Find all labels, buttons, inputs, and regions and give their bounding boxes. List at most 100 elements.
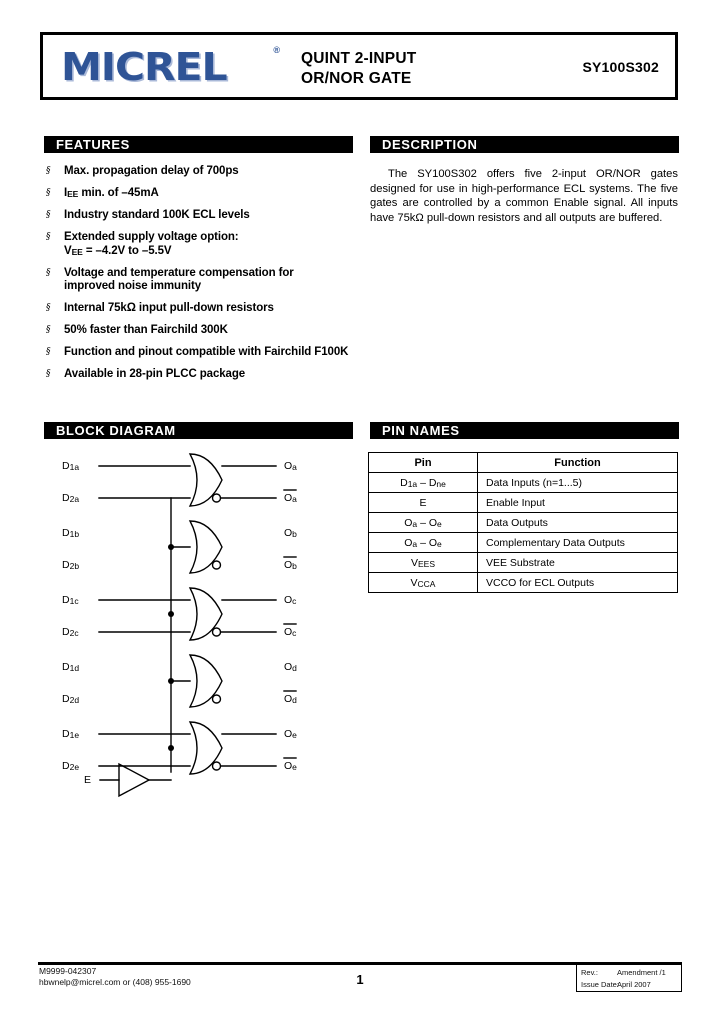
bullet-icon: § (46, 210, 51, 220)
description-text: The SY100S302 offers five 2-input OR/NOR… (370, 168, 678, 224)
label-output-oe: Oe (284, 728, 297, 740)
section-header-features: FEATURES (44, 136, 353, 153)
cell-pin: VEES (368, 552, 478, 573)
feature-item: § Internal 75kΩ input pull-down resistor… (44, 302, 364, 316)
gate-b-junction-dot (168, 544, 174, 550)
title-line-1: QUINT 2-INPUT (301, 50, 417, 67)
gate-e-or-shape (188, 721, 223, 775)
table-row: VEES VEE Substrate (368, 552, 678, 573)
feature-text: 50% faster than Fairchild 300K (64, 324, 228, 336)
bullet-icon: § (46, 188, 51, 198)
section-header-description: DESCRIPTION (370, 136, 679, 153)
pin-names-table: Pin Function D1a – Dne Data Inputs (n=1.… (368, 452, 678, 593)
logo-wordmark: MICREL (61, 45, 228, 89)
feature-text: Voltage and temperature compensation for (64, 266, 294, 279)
feature-item: § Extended supply voltage option: VEE = … (44, 231, 364, 258)
label-input-d1a: D1a (62, 460, 80, 472)
bullet-icon: § (46, 303, 51, 313)
gate-d-invert-bubble (211, 694, 222, 704)
table-row: Oa – Oe Complementary Data Outputs (368, 532, 678, 553)
issue-date-row: Issue Date:April 2007 (581, 978, 651, 991)
bullet-icon: § (46, 325, 51, 335)
label-input-d1c: D1c (62, 594, 79, 606)
feature-text: Available in 28-pin PLCC package (64, 368, 246, 380)
feature-item: § Max. propagation delay of 700ps (44, 165, 364, 179)
gate-c-or-shape (188, 587, 223, 641)
feature-item: § IEE min. of –45mA (44, 187, 364, 201)
column-header-function: Function (477, 452, 678, 473)
feature-text-line2: improved noise immunity (64, 280, 202, 292)
gate-e-invert-bubble (211, 761, 222, 771)
cell-function: Data Outputs (477, 512, 678, 533)
label-input-d1e: D1e (62, 728, 80, 740)
feature-item: § Voltage and temperature compensation f… (44, 267, 364, 294)
feature-text: IEE min. of –45mA (64, 187, 159, 199)
gate-b-invert-bubble (211, 560, 222, 570)
feature-text: Industry standard 100K ECL levels (64, 209, 250, 221)
cell-pin: Oa – Oe (368, 532, 478, 553)
label-output-od-bar: Od (284, 693, 297, 705)
title-line-2: OR/NOR GATE (301, 70, 412, 87)
enable-buffer-triangle (118, 762, 151, 798)
label-input-d1d: D1d (62, 661, 80, 673)
feature-item: § 50% faster than Fairchild 300K (44, 324, 364, 338)
gate-b-or-shape (188, 520, 223, 574)
issue-date-value: April 2007 (617, 980, 651, 989)
feature-text: Function and pinout compatible with Fair… (64, 346, 349, 358)
cell-pin: D1a – Dne (368, 472, 478, 493)
label-input-d2e: D2e (62, 760, 80, 772)
label-input-d2b: D2b (62, 559, 80, 571)
feature-text: Extended supply voltage option: (64, 231, 239, 243)
feature-item: § Industry standard 100K ECL levels (44, 209, 364, 223)
features-list: § Max. propagation delay of 700ps § IEE … (44, 165, 364, 390)
issue-date-key: Issue Date: (581, 980, 619, 989)
section-header-block-diagram: BLOCK DIAGRAM (44, 422, 353, 439)
feature-item: § Available in 28-pin PLCC package (44, 368, 364, 382)
feature-text-line2: VEE = –4.2V to –5.5V (64, 244, 172, 257)
label-output-oe-bar: Oe (284, 760, 297, 772)
feature-item: § Function and pinout compatible with Fa… (44, 346, 364, 360)
bullet-icon: § (46, 166, 51, 176)
label-output-oa: Oa (284, 460, 297, 472)
cell-function: Data Inputs (n=1...5) (477, 472, 678, 493)
label-output-oc-bar: Oc (284, 626, 297, 638)
micrel-logo: MICREL ® (61, 43, 280, 91)
gate-a-or-shape (188, 453, 223, 507)
gate-d-junction-dot (168, 678, 174, 684)
label-input-d1b: D1b (62, 527, 80, 539)
cell-pin: VCCA (368, 572, 478, 593)
label-output-od: Od (284, 661, 297, 673)
revision-box: Rev.: Amendment /1 Issue Date:April 2007 (576, 964, 682, 992)
feature-text: Max. propagation delay of 700ps (64, 165, 239, 177)
gate-a-invert-bubble (211, 493, 222, 503)
label-input-d2d: D2d (62, 693, 80, 705)
label-input-d2a: D2a (62, 492, 80, 504)
table-row: VCCA VCCO for ECL Outputs (368, 572, 678, 593)
part-number: SY100S302 (582, 59, 659, 75)
label-enable: E (84, 774, 92, 786)
bullet-icon: § (46, 369, 51, 379)
datasheet-page: MICREL ® QUINT 2-INPUT OR/NOR GATE SY100… (0, 0, 720, 1012)
registered-trademark-icon: ® (273, 45, 280, 55)
header-box: MICREL ® QUINT 2-INPUT OR/NOR GATE SY100… (40, 32, 678, 100)
bullet-icon: § (46, 267, 51, 278)
revision-value: Amendment /1 (617, 968, 666, 977)
gate-d-or-shape (188, 654, 223, 708)
gate-e-junction-dot (168, 745, 174, 751)
column-header-pin: Pin (368, 452, 478, 473)
table-row: D1a – Dne Data Inputs (n=1...5) (368, 472, 678, 493)
page-title: QUINT 2-INPUT OR/NOR GATE (301, 49, 416, 89)
label-input-d2c: D2c (62, 626, 79, 638)
cell-pin: Oa – Oe (368, 512, 478, 533)
label-output-oc: Oc (284, 594, 297, 606)
cell-function: VEE Substrate (477, 552, 678, 573)
cell-function: VCCO for ECL Outputs (477, 572, 678, 593)
table-row: Oa – Oe Data Outputs (368, 512, 678, 533)
block-diagram-figure: D1a D2a D1b D2b D1c D2c D1d D2d D1e D2e … (44, 450, 344, 800)
gate-c-invert-bubble (211, 627, 222, 637)
cell-function: Enable Input (477, 492, 678, 513)
gate-c-junction-dot (168, 611, 174, 617)
cell-pin: E (368, 492, 478, 513)
table-row: E Enable Input (368, 492, 678, 513)
label-output-oa-bar: Oa (284, 492, 297, 504)
